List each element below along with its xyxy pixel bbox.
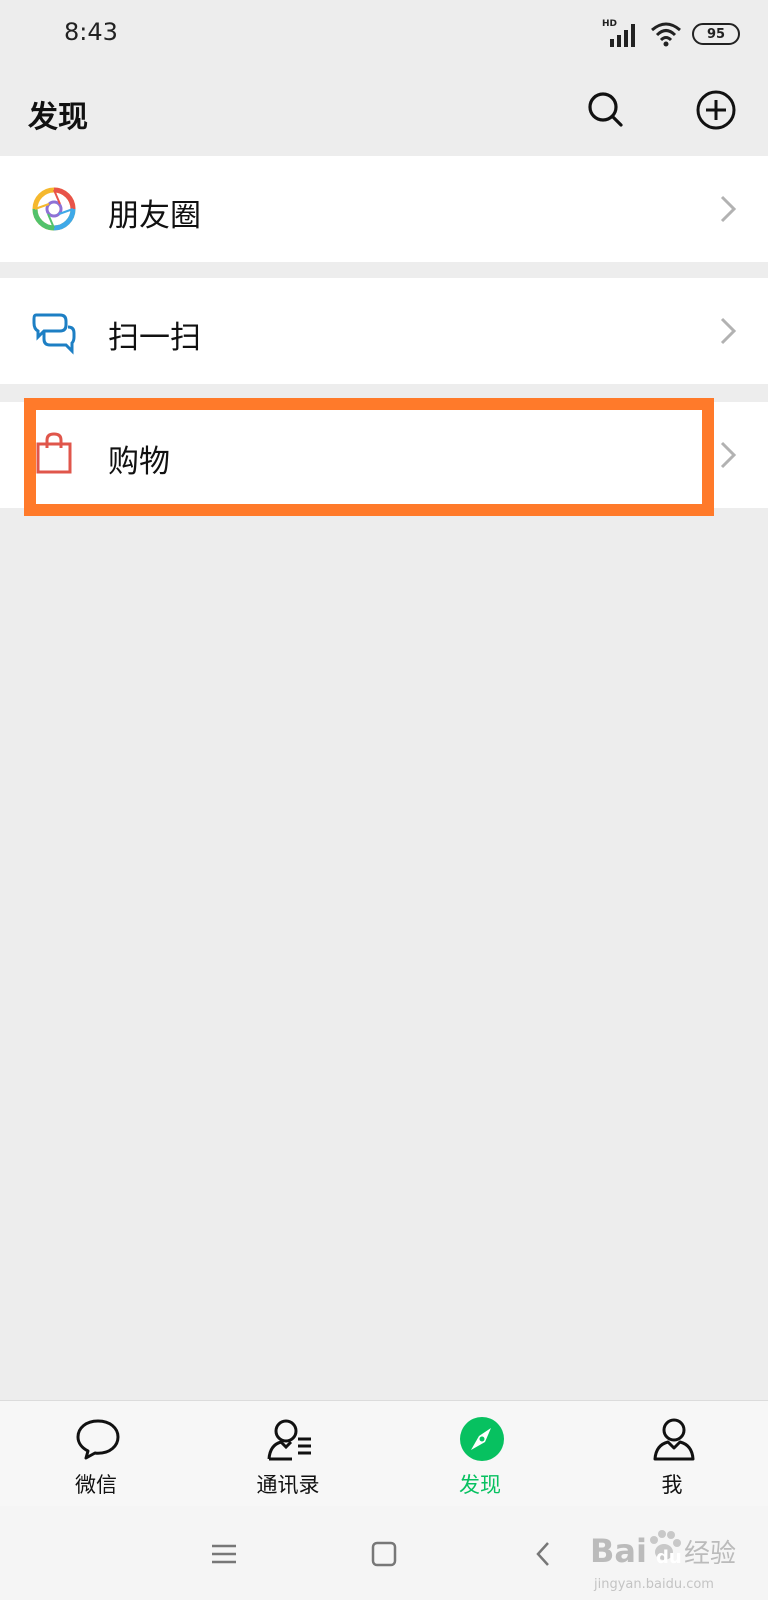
discover-item-moments[interactable]: 朋友圈 [0, 156, 768, 262]
chevron-right-icon [718, 194, 738, 224]
status-time: 8:43 [64, 18, 118, 46]
moments-icon [30, 185, 78, 233]
discover-item-scan[interactable]: 扫一扫 [0, 278, 768, 384]
tab-label: 通讯录 [256, 1473, 320, 1497]
watermark-text-du: du [656, 1547, 682, 1568]
chevron-right-icon [718, 440, 738, 470]
tab-bar: 微信 通讯录 发现 我 [0, 1400, 768, 1506]
chat-icon [74, 1415, 122, 1463]
me-icon [650, 1415, 698, 1463]
watermark-text-bai: Bai [590, 1532, 647, 1570]
tab-label: 我 [661, 1473, 683, 1497]
tab-chats[interactable]: 微信 [0, 1401, 192, 1507]
tab-label: 微信 [75, 1473, 117, 1497]
tab-contacts[interactable]: 通讯录 [192, 1401, 384, 1507]
signal-icon: HD [602, 19, 640, 47]
wifi-icon [650, 21, 682, 47]
back-icon[interactable] [526, 1536, 562, 1572]
battery-icon: 95 [692, 23, 740, 45]
status-icons: HD 95 [602, 18, 740, 50]
status-bar: 8:43 HD 95 [0, 0, 768, 70]
highlight-box [24, 398, 714, 516]
tab-discover[interactable]: 发现 [384, 1401, 576, 1507]
discover-item-label: 朋友圈 [108, 198, 201, 234]
watermark-url: jingyan.baidu.com [593, 1577, 714, 1592]
page-title: 发现 [28, 100, 88, 135]
tab-me[interactable]: 我 [576, 1401, 768, 1507]
network-label: HD [602, 19, 618, 29]
contacts-icon [266, 1415, 314, 1463]
discover-compass-icon [458, 1415, 506, 1463]
header: 发现 [0, 70, 768, 156]
menu-icon[interactable] [206, 1536, 242, 1572]
baidu-watermark: Bai du 经验 jingyan.baidu.com [590, 1530, 736, 1592]
scan-icon [30, 307, 78, 355]
search-icon[interactable] [584, 88, 628, 132]
home-icon[interactable] [366, 1536, 402, 1572]
add-icon[interactable] [694, 88, 738, 132]
system-nav-bar: Bai du 经验 jingyan.baidu.com [0, 1506, 768, 1600]
discover-item-label: 扫一扫 [108, 320, 201, 356]
watermark-text-jingyan: 经验 [684, 1539, 736, 1569]
tab-label: 发现 [459, 1473, 501, 1497]
chevron-right-icon [718, 316, 738, 346]
